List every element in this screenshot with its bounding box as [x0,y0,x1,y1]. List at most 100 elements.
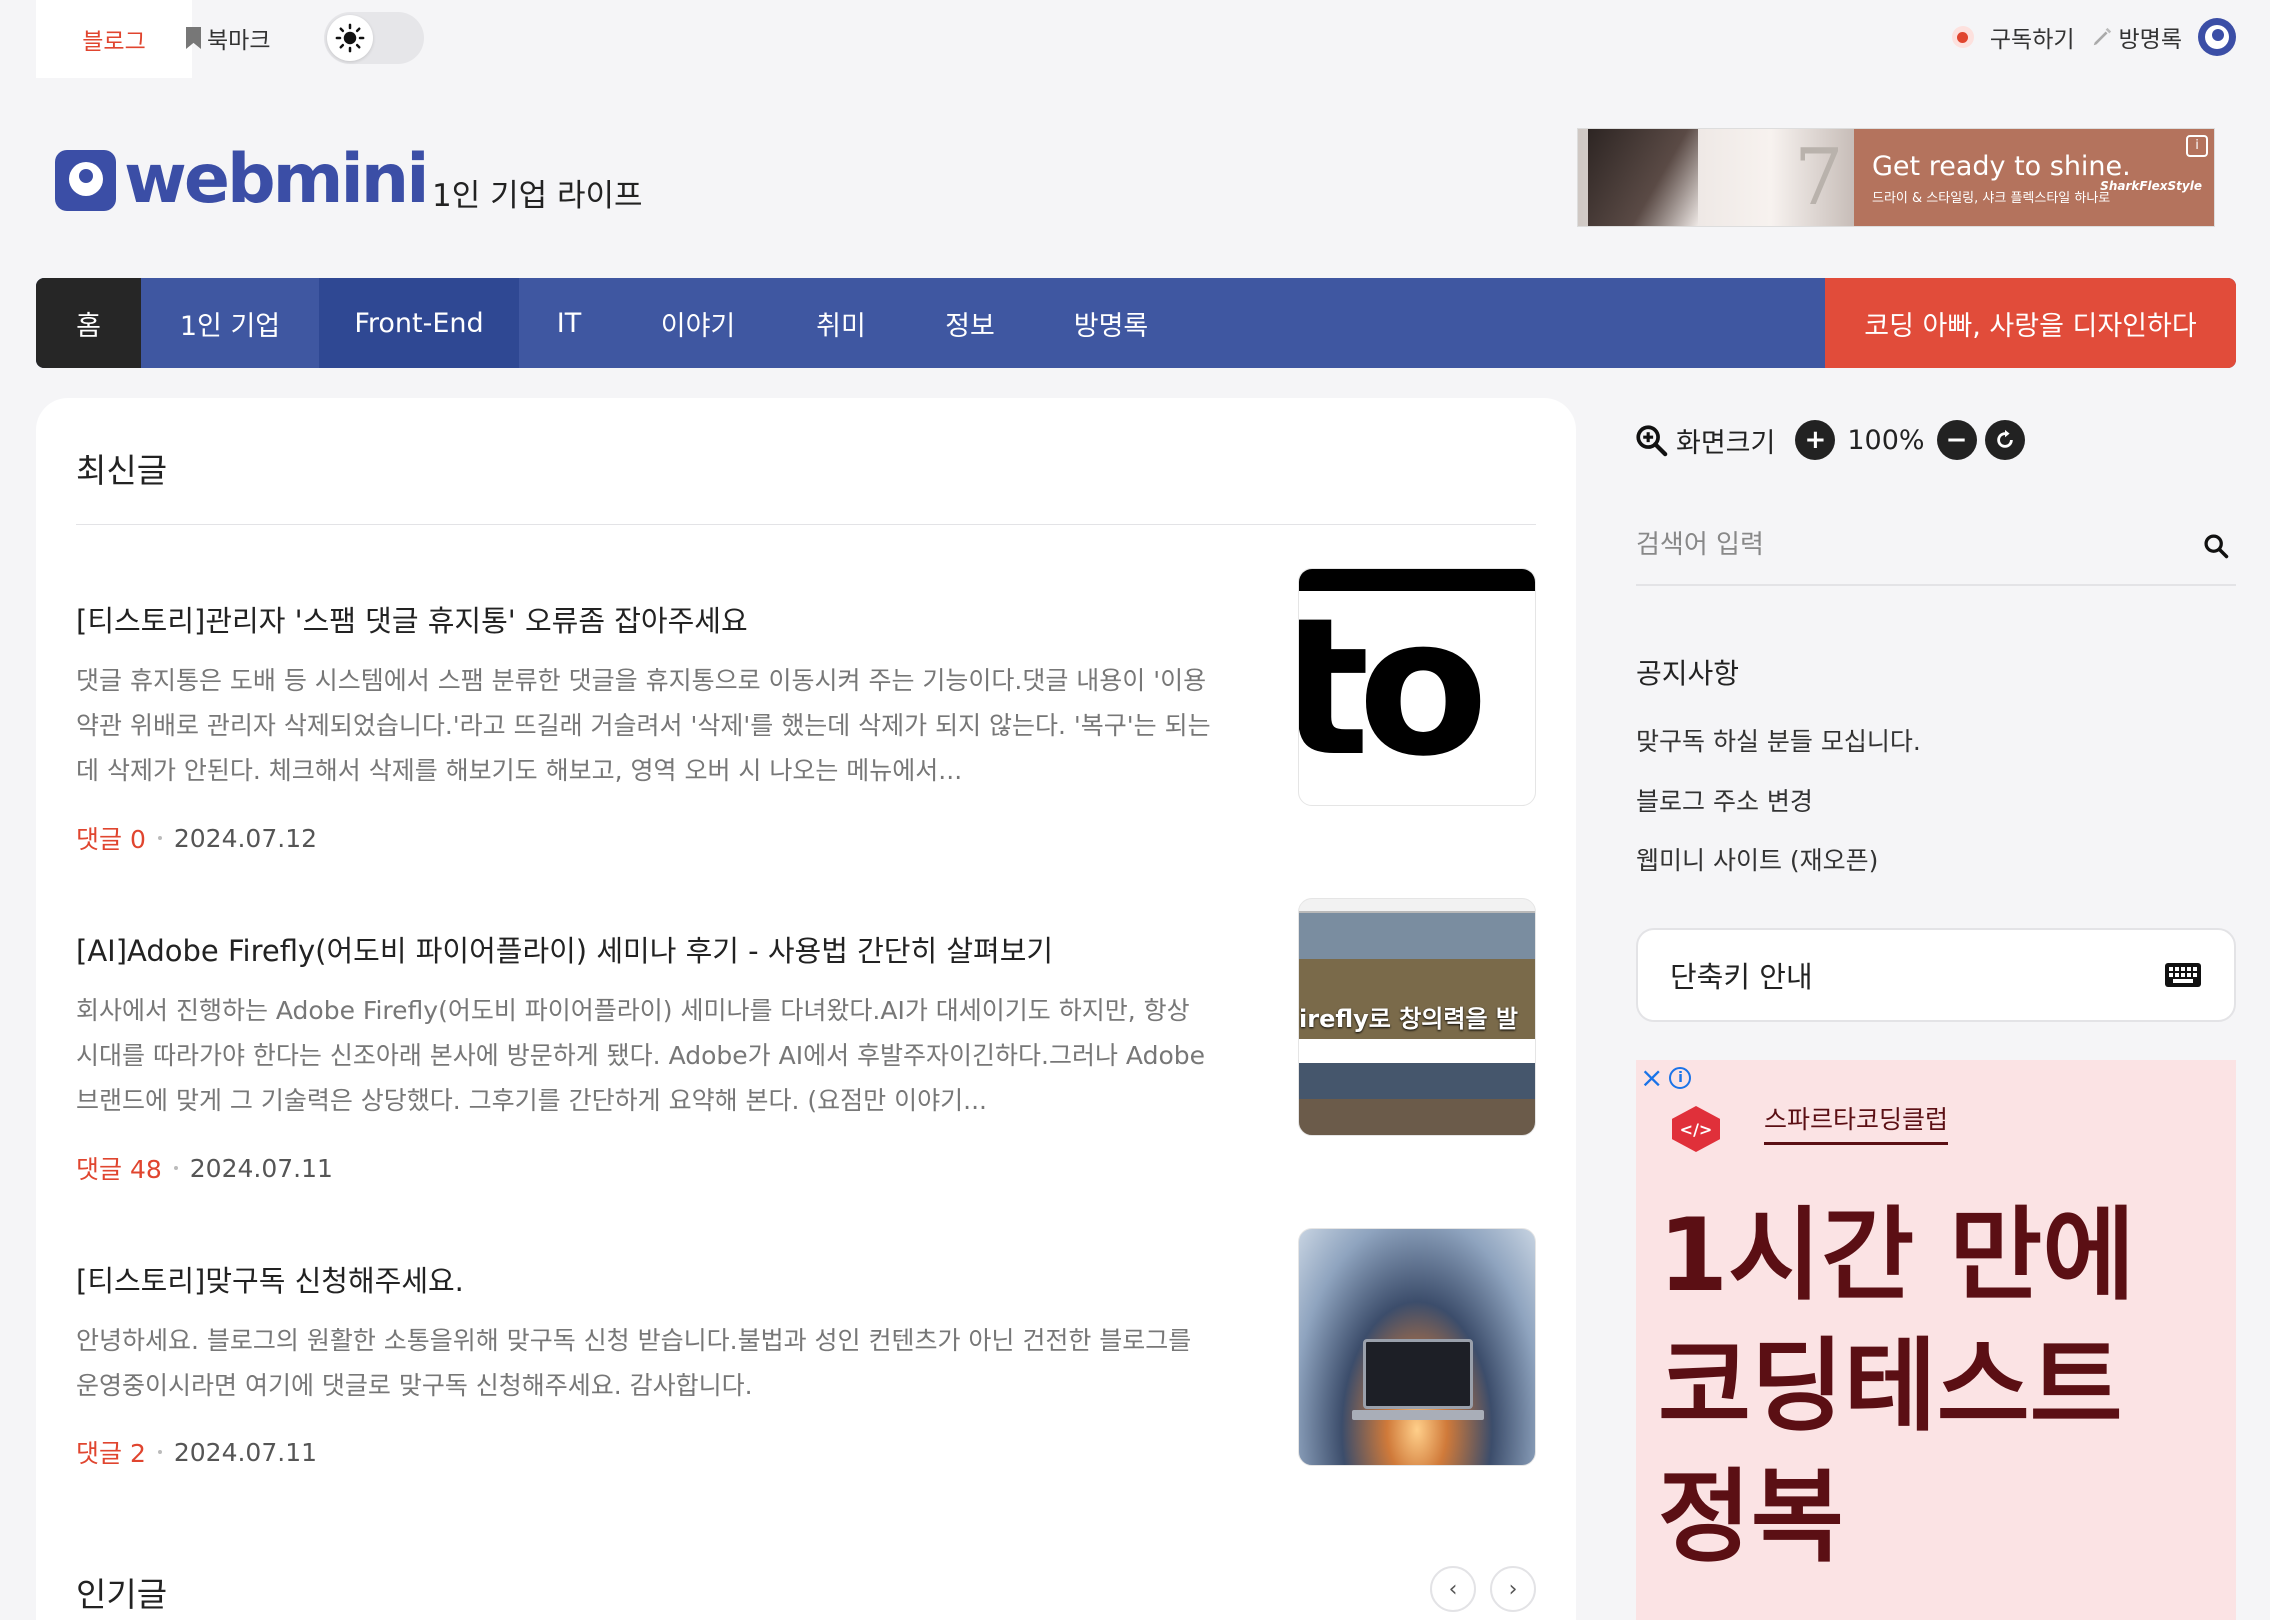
ad-banner-subtext: 드라이 & 스타일링, 샤크 플렉스타일 하나로 [1872,191,2111,206]
post-excerpt: 댓글 휴지통은 도배 등 시스템에서 스팸 분류한 댓글을 휴지통으로 이동시켜… [76,666,1211,785]
post-item[interactable]: [티스토리]관리자 '스팸 댓글 휴지통' 오류좀 잡아주세요 댓글 휴지통은 … [76,568,1536,854]
popular-slider-controls: ‹ › [1430,1566,1536,1612]
chevron-left-icon[interactable]: ‹ [1430,1566,1476,1612]
ad-brand-name: 스파르타코딩클럽 [1764,1100,1949,1145]
info-icon[interactable]: i [1669,1067,1692,1089]
zoom-label: 화면크기 [1676,427,1776,459]
shortcut-guide-button[interactable]: 단축키 안내 [1636,928,2236,1022]
thumbnail-caption: irefly로 창의력을 발 [1299,1005,1518,1033]
chevron-right-icon[interactable]: › [1490,1566,1536,1612]
theme-toggle-knob [327,15,373,61]
popular-posts-title: 인기글 [76,1575,168,1614]
tab-bookmark[interactable]: 북마크 [186,20,270,56]
post-comment-count: 댓글 48 [76,1155,162,1184]
notice-item[interactable]: 웹미니 사이트 (재오픈) [1636,841,1878,877]
post-meta: 댓글 2 2024.07.11 [76,1434,317,1470]
keyboard-icon [2165,963,2201,987]
main-content: 최신글 [티스토리]관리자 '스팸 댓글 휴지통' 오류좀 잡아주세요 댓글 휴… [36,398,1576,1620]
post-thumbnail[interactable] [1298,1228,1536,1466]
post-item[interactable]: [티스토리]맞구독 신청해주세요. 안녕하세요. 블로그의 원활한 소통을위해 … [76,1228,1536,1478]
post-meta: 댓글 48 2024.07.11 [76,1150,333,1186]
shortcut-label: 단축키 안내 [1670,960,1813,994]
sidebar-ad[interactable]: × i </> 스파르타코딩클럽 1시간 만에 코딩테스트 정복 [1636,1060,2236,1620]
post-date: 2024.07.12 [173,823,317,853]
nav-item-hobby[interactable]: 취미 [777,278,905,368]
nav-item-label: 홈 [76,310,101,342]
avatar-icon[interactable] [2198,18,2236,56]
nav-promo-link[interactable]: 코딩 아빠, 사랑을 디자인하다 [1825,278,2236,368]
nav-item-front-end[interactable]: Front-End [319,278,519,368]
search-icon[interactable] [2202,532,2230,560]
nav-item-it[interactable]: IT [519,278,619,368]
nav-promo-label: 코딩 아빠, 사랑을 디자인하다 [1864,310,2197,342]
top-bar-actions: 구독하기 방명록 [1951,16,2236,58]
post-excerpt: 안녕하세요. 블로그의 원활한 소통을위해 맞구독 신청 받습니다.불법과 성인… [76,1326,1192,1400]
nav-item-label: 방명록 [1073,310,1149,342]
post-meta: 댓글 0 2024.07.12 [76,820,317,856]
blog-logo[interactable]: webmini [55,140,429,219]
ad-banner-headline: Get ready to shine. [1872,151,2131,182]
logo-mark-icon [55,149,116,211]
nav-item-label: Front-End [354,307,484,339]
post-excerpt: 회사에서 진행하는 Adobe Firefly(어도비 파이어플라이) 세미나를… [76,996,1205,1115]
header-ad-banner[interactable]: Get ready to shine. 드라이 & 스타일링, 샤크 플렉스타일… [1577,128,2215,227]
nav-item-label: 취미 [816,310,866,342]
guestbook-link[interactable]: 방명록 [2091,20,2182,54]
guestbook-label: 방명록 [2118,27,2182,53]
nav-item-guestbook[interactable]: 방명록 [1035,278,1187,368]
reset-icon[interactable] [1984,420,2025,460]
tab-bookmark-label: 북마크 [207,28,271,54]
post-comment-count: 댓글 2 [76,1439,146,1468]
plus-icon[interactable]: + [1795,420,1836,460]
info-icon[interactable]: i [2186,135,2208,157]
logo-text: webmini [124,140,429,219]
ad-headline: 1시간 만에 코딩테스트 정복 [1658,1196,2136,1576]
nav-item-story[interactable]: 이야기 [619,278,777,368]
tab-blog-label: 블로그 [82,29,146,55]
subscribe-link[interactable]: 구독하기 [1990,20,2075,54]
zoom-control: 화면크기 + 100% − [1634,420,2025,460]
ad-controls: × i [1640,1064,1692,1092]
search-box [1636,512,2236,586]
thumbnail-laptop-image [1352,1339,1484,1420]
blog-tagline: 1인 기업 라이프 [432,178,643,214]
zoom-icon [1636,425,1668,457]
theme-toggle[interactable] [324,12,424,64]
main-nav: 홈 1인 기업 Front-End IT 이야기 취미 정보 방명록 코딩 아빠… [36,278,2236,368]
meta-separator [157,1450,162,1454]
post-date: 2024.07.11 [189,1153,333,1183]
ad-banner-image [1578,129,1854,226]
section-divider [76,524,1536,525]
meta-separator [173,1166,178,1170]
nav-item-label: IT [556,307,582,339]
search-input[interactable] [1636,520,2156,570]
post-thumbnail[interactable]: to [1298,568,1536,806]
top-bar: 블로그 북마크 구독하기 방명록 [0,0,2270,78]
pen-icon [2093,27,2111,46]
ad-banner-body: Get ready to shine. 드라이 & 스타일링, 샤크 플렉스타일… [1854,129,2214,226]
sun-icon [335,23,365,53]
notice-title: 공지사항 [1636,657,1740,690]
notice-item[interactable]: 맞구독 하실 분들 모십니다. [1636,722,1921,758]
nav-item-home[interactable]: 홈 [36,278,141,368]
post-title[interactable]: [AI]Adobe Firefly(어도비 파이어플라이) 세미나 후기 - 사… [76,928,1256,970]
post-title[interactable]: [티스토리]관리자 '스팸 댓글 휴지통' 오류좀 잡아주세요 [76,598,1256,640]
nav-item-info[interactable]: 정보 [905,278,1035,368]
thumbnail-text: to [1298,577,1488,798]
post-date: 2024.07.11 [173,1437,317,1467]
minus-icon[interactable]: − [1936,420,1977,460]
post-item[interactable]: [AI]Adobe Firefly(어도비 파이어플라이) 세미나 후기 - 사… [76,898,1536,1184]
nav-item-label: 정보 [945,310,995,342]
meta-separator [157,836,162,840]
zoom-value: 100% [1847,424,1925,456]
recent-posts-title: 최신글 [76,451,168,490]
code-badge-icon: </> [1672,1106,1720,1152]
bookmark-icon [186,27,201,49]
tab-blog[interactable]: 블로그 [36,0,192,78]
post-thumbnail[interactable]: irefly로 창의력을 발 [1298,898,1536,1136]
notice-item[interactable]: 블로그 주소 변경 [1636,782,1813,818]
post-title[interactable]: [티스토리]맞구독 신청해주세요. [76,1258,1256,1300]
nav-item-label: 1인 기업 [179,310,281,342]
nav-item-one-person-business[interactable]: 1인 기업 [141,278,319,368]
close-icon[interactable]: × [1640,1064,1663,1092]
